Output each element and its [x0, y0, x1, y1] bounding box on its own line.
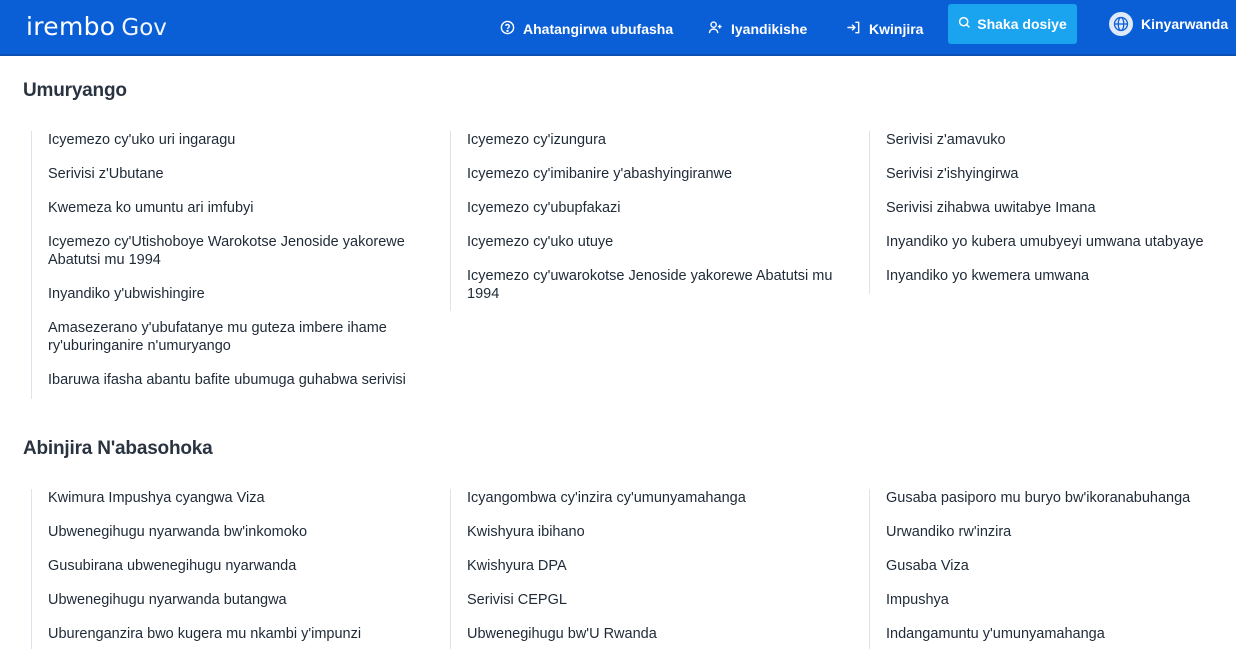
service-link[interactable]: Icyemezo cy'Utishoboye Warokotse Jenosid… [32, 233, 436, 269]
service-link[interactable]: Inyandiko y'ubwishingire [32, 285, 436, 303]
service-link[interactable]: Inyandiko yo kubera umubyeyi umwana utab… [870, 233, 1229, 251]
logo-gov-text: Gov [121, 15, 167, 41]
service-link[interactable]: Uburenganzira bwo kugera mu nkambi y'imp… [32, 625, 436, 643]
search-icon [958, 16, 971, 32]
service-link[interactable]: Serivisi z'Ubutane [32, 165, 436, 183]
help-link-label: Ahatangirwa ubufasha [523, 21, 674, 37]
service-link[interactable]: Kwimura Impushya cyangwa Viza [32, 489, 436, 507]
service-link[interactable]: Ubwenegihugu nyarwanda bw'inkomoko [32, 523, 436, 541]
service-link[interactable]: Icyemezo cy'uwarokotse Jenoside yakorewe… [451, 267, 855, 303]
service-link[interactable]: Kwishyura DPA [451, 557, 855, 575]
section-title-family: Umuryango [23, 80, 127, 101]
service-link[interactable]: Serivisi zihabwa uwitabye Imana [870, 199, 1229, 217]
service-column: Icyangombwa cy'inzira cy'umunyamahanga K… [450, 489, 855, 649]
service-link[interactable]: Gusubirana ubwenegihugu nyarwanda [32, 557, 436, 575]
service-link[interactable]: Icyemezo cy'imibanire y'abashyingiranwe [451, 165, 855, 183]
service-link[interactable]: Ubwenegihugu nyarwanda butangwa [32, 591, 436, 609]
service-link[interactable]: Kwemeza ko umuntu ari imfubyi [32, 199, 436, 217]
service-column: Kwimura Impushya cyangwa Viza Ubwenegihu… [31, 489, 436, 649]
logo-text: irembo [26, 12, 116, 41]
login-link[interactable]: Kwinjira [846, 13, 923, 45]
help-circle-icon [500, 20, 515, 38]
register-link-label: Iyandikishe [731, 21, 808, 37]
service-link[interactable]: Indangamuntu y'umunyamahanga [870, 625, 1229, 643]
register-link[interactable]: Iyandikishe [708, 13, 807, 45]
service-column: Icyemezo cy'uko uri ingaragu Serivisi z'… [31, 131, 436, 399]
help-link[interactable]: Ahatangirwa ubufasha [500, 13, 673, 45]
service-column: Icyemezo cy'izungura Icyemezo cy'imibani… [450, 131, 855, 311]
search-button-label: Shaka dosiye [977, 16, 1067, 32]
service-link[interactable]: Gusaba pasiporo mu buryo bw'ikoranabuhan… [870, 489, 1229, 507]
service-link[interactable]: Serivisi z'ishyingirwa [870, 165, 1229, 183]
service-link[interactable]: Kwishyura ibihano [451, 523, 855, 541]
service-column: Serivisi z'amavuko Serivisi z'ishyingirw… [869, 131, 1229, 294]
service-link[interactable]: Icyemezo cy'ubupfakazi [451, 199, 855, 217]
login-link-label: Kwinjira [869, 21, 924, 37]
section-title-immigration: Abinjira N'abasohoka [23, 438, 213, 459]
service-link[interactable]: Gusaba Viza [870, 557, 1229, 575]
top-navbar: irembo Gov Ahatangirwa ubufasha Iyandiki… [0, 0, 1241, 56]
globe-icon [1109, 12, 1133, 36]
service-link[interactable]: Urwandiko rw'inzira [870, 523, 1229, 541]
service-column: Gusaba pasiporo mu buryo bw'ikoranabuhan… [869, 489, 1229, 649]
search-file-button[interactable]: Shaka dosiye [948, 4, 1077, 44]
language-selector[interactable]: Kinyarwanda [1109, 10, 1228, 38]
service-link[interactable]: Serivisi z'amavuko [870, 131, 1229, 149]
language-label: Kinyarwanda [1141, 16, 1229, 32]
service-link[interactable]: Impushya [870, 591, 1229, 609]
service-link[interactable]: Icyangombwa cy'inzira cy'umunyamahanga [451, 489, 855, 507]
irembo-logo[interactable]: irembo Gov [26, 12, 167, 41]
login-arrow-icon [846, 20, 861, 38]
service-link[interactable]: Serivisi CEPGL [451, 591, 855, 609]
service-link[interactable]: Inyandiko yo kwemera umwana [870, 267, 1229, 285]
scrollbar-gutter [1236, 0, 1241, 633]
service-link[interactable]: Ibaruwa ifasha abantu bafite ubumuga guh… [32, 371, 436, 389]
user-plus-icon [708, 20, 723, 38]
service-link[interactable]: Icyemezo cy'izungura [451, 131, 855, 149]
service-link[interactable]: Icyemezo cy'uko utuye [451, 233, 855, 251]
service-link[interactable]: Amasezerano y'ubufatanye mu guteza imber… [32, 319, 436, 355]
service-link[interactable]: Icyemezo cy'uko uri ingaragu [32, 131, 436, 149]
service-link[interactable]: Ubwenegihugu bw'U Rwanda [451, 625, 855, 643]
